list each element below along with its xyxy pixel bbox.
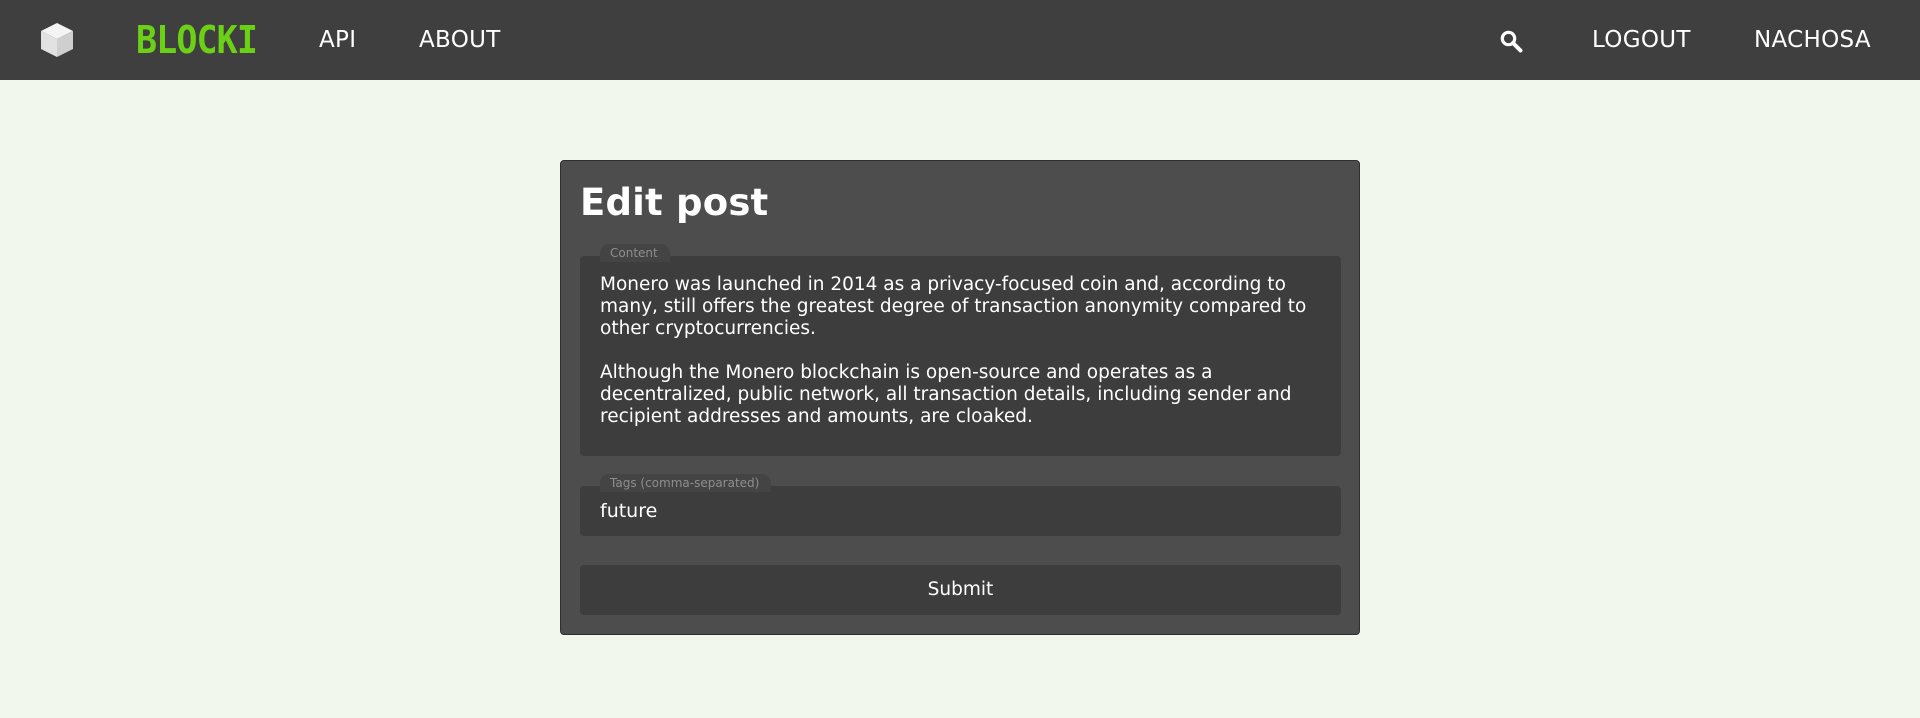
tags-input[interactable]: Tags (comma-separated) future	[580, 474, 1341, 536]
brand-logo[interactable]: BLOCKI	[136, 20, 258, 58]
content-paragraph: Monero was launched in 2014 as a privacy…	[600, 274, 1307, 339]
nav-link-about[interactable]: ABOUT	[419, 0, 501, 80]
nav-link-api[interactable]: API	[319, 0, 356, 80]
logout-link[interactable]: LOGOUT	[1592, 0, 1691, 80]
brand-logo-text: BLOCKI	[136, 20, 257, 58]
cube-icon[interactable]	[38, 21, 76, 59]
user-profile-link[interactable]: NACHOSA	[1754, 0, 1871, 80]
top-navbar: BLOCKI API ABOUT LOGOUT NACHOSA	[0, 0, 1920, 80]
submit-button[interactable]: Submit	[580, 565, 1341, 615]
content-textarea[interactable]: Content Monero was launched in 2014 as a…	[580, 244, 1341, 456]
content-text[interactable]: Monero was launched in 2014 as a privacy…	[600, 274, 1325, 450]
content-paragraph: Although the Monero blockchain is open-s…	[600, 362, 1292, 427]
tags-value[interactable]: future	[600, 486, 657, 536]
page-title: Edit post	[580, 181, 769, 224]
edit-post-card: Edit post Content Monero was launched in…	[560, 160, 1360, 635]
search-icon[interactable]	[1499, 29, 1523, 53]
content-label: Content	[600, 244, 670, 262]
